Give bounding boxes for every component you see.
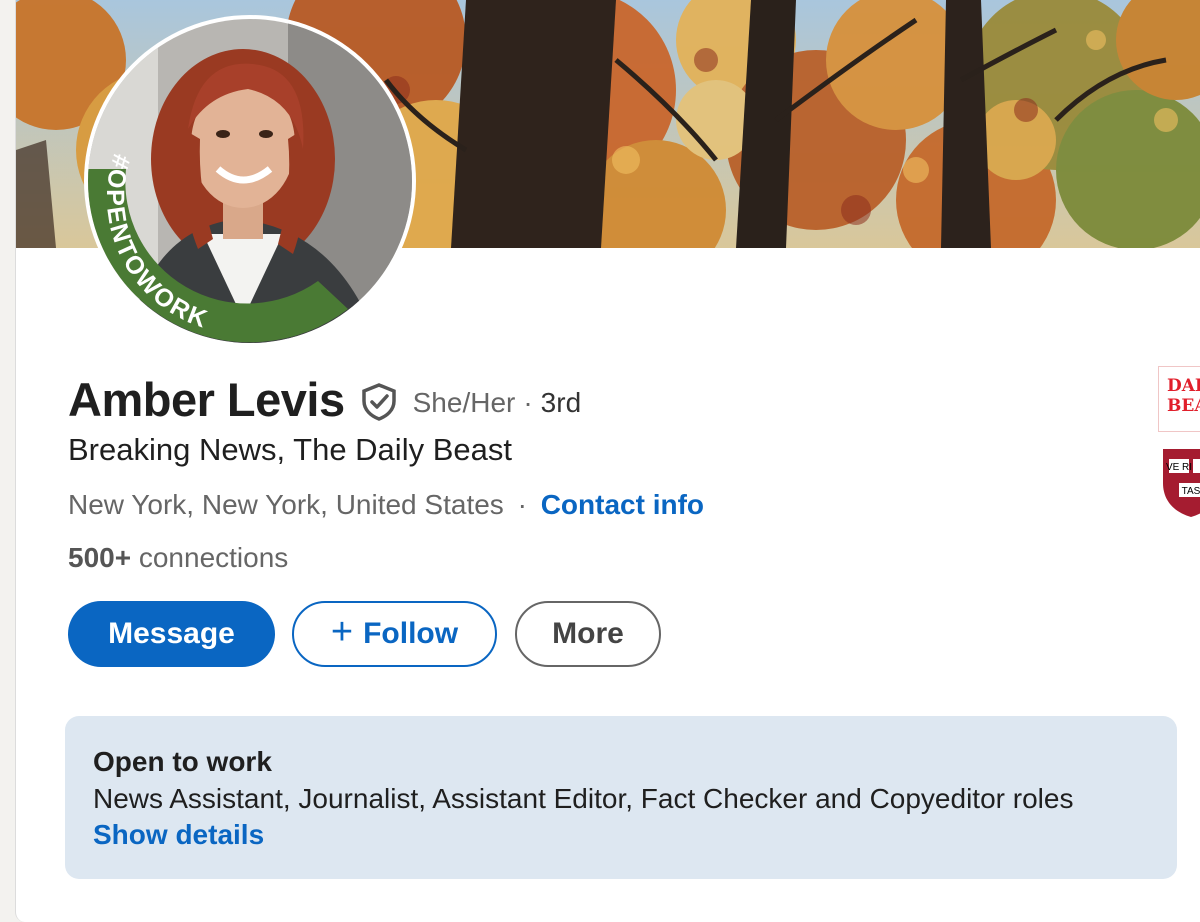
- location-row: New York, New York, United States · Cont…: [68, 489, 704, 521]
- separator-dot: ·: [523, 386, 533, 418]
- profile-photo-frame: #OPENTOWORK: [84, 15, 416, 347]
- shield-text: TAS: [1182, 486, 1200, 497]
- connections-count[interactable]: 500+ connections: [68, 542, 288, 574]
- follow-button[interactable]: + Follow: [292, 601, 497, 667]
- company-logo-text: DAIL: [1167, 376, 1200, 396]
- contact-info-link[interactable]: Contact info: [541, 489, 704, 520]
- company-logo-daily-beast[interactable]: DAIL BEAS: [1158, 366, 1200, 432]
- more-button[interactable]: More: [515, 601, 661, 667]
- open-to-work-roles: News Assistant, Journalist, Assistant Ed…: [93, 783, 1074, 814]
- show-details-link[interactable]: Show details: [93, 819, 264, 851]
- profile-headline: Breaking News, The Daily Beast: [68, 432, 512, 467]
- shield-text: VE RI: [1166, 462, 1192, 473]
- school-logo-shield-icon[interactable]: VE RI TAS: [1161, 447, 1200, 519]
- verified-shield-icon[interactable]: [359, 382, 399, 422]
- open-to-work-card: Open to work News Assistant, Journalist,…: [65, 716, 1177, 879]
- profile-name: Amber Levis: [68, 373, 345, 426]
- plus-icon: +: [330, 610, 354, 653]
- profile-location: New York, New York, United States: [68, 489, 504, 520]
- separator-dot: ·: [517, 489, 527, 520]
- message-button-label: Message: [108, 617, 235, 650]
- connection-degree: 3rd: [540, 386, 582, 418]
- connections-label: connections: [138, 542, 289, 573]
- follow-button-label: Follow: [363, 617, 459, 650]
- name-row: Amber Levis She/Her · 3rd: [68, 372, 581, 427]
- profile-card: #OPENTOWORK Amber Levis She/Her · 3rd Br…: [15, 0, 1200, 922]
- more-button-label: More: [552, 617, 624, 650]
- message-button[interactable]: Message: [68, 601, 275, 667]
- company-logo-text: BEAS: [1167, 396, 1200, 416]
- open-to-work-title: Open to work: [93, 746, 272, 777]
- profile-photo-image: #OPENTOWORK: [88, 19, 412, 343]
- pronouns: She/Her: [412, 386, 516, 418]
- profile-photo[interactable]: #OPENTOWORK: [88, 19, 412, 343]
- connections-number: 500+: [68, 542, 132, 573]
